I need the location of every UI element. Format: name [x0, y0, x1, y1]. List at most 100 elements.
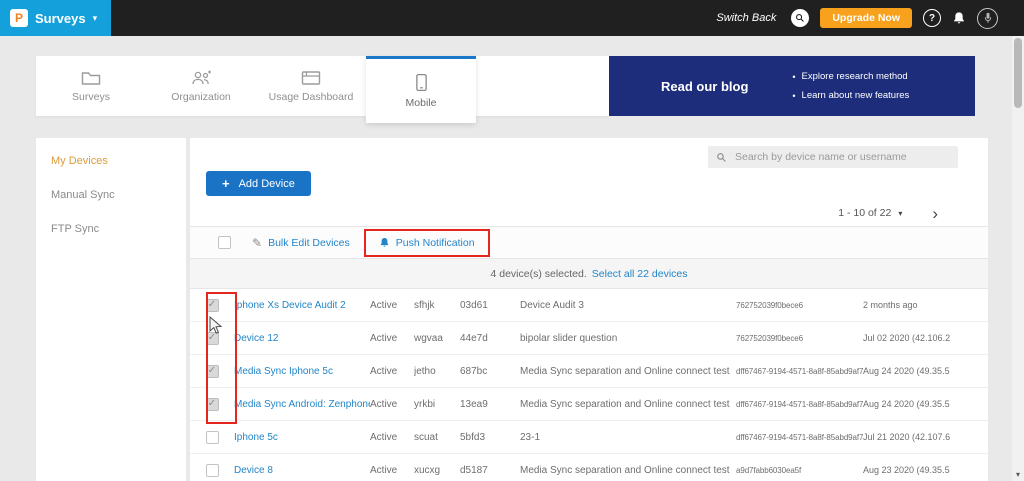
table-row: Iphone Xs Device Audit 2 Active sfhjk 03…	[190, 289, 988, 322]
device-name-link[interactable]: Iphone 5c	[234, 432, 278, 443]
row-checkbox[interactable]	[206, 464, 219, 477]
device-search	[708, 146, 958, 168]
device-username: yrkbi	[414, 399, 460, 410]
device-survey: Media Sync separation and Online connect…	[520, 399, 736, 410]
search-icon[interactable]	[791, 9, 809, 27]
device-status: Active	[370, 432, 414, 443]
device-name-link[interactable]: Media Sync Iphone 5c	[234, 366, 333, 377]
device-last-sync: Aug 24 2020 (49.35.5	[863, 366, 988, 376]
main-tabs: Surveys Organization Usage Dashboard Mob…	[36, 56, 609, 116]
upgrade-now-button[interactable]: Upgrade Now	[820, 8, 912, 28]
device-name-link[interactable]: Device 12	[234, 333, 278, 344]
next-page-button[interactable]: ›	[932, 205, 938, 222]
vertical-scrollbar: ▾	[1012, 36, 1024, 481]
bell-icon	[379, 237, 390, 248]
annotation-box-push-notification: Push Notification	[364, 229, 490, 257]
dashboard-icon	[301, 70, 321, 86]
pagination-row: 1 - 10 of 22 ▾ ›	[190, 200, 988, 226]
device-survey: Media Sync separation and Online connect…	[520, 366, 736, 377]
row-checkbox[interactable]	[206, 365, 219, 378]
device-username: wgvaa	[414, 333, 460, 344]
scrollbar-thumb[interactable]	[1014, 38, 1022, 108]
topbar: P Surveys ▾ Switch Back Upgrade Now ?	[0, 0, 1024, 36]
bullet-icon: •	[792, 91, 795, 101]
banner-bullet: Explore research method	[802, 71, 908, 82]
bullet-icon: •	[792, 72, 795, 82]
switch-back-link[interactable]: Switch Back	[716, 12, 776, 24]
app-screen: P Surveys ▾ Switch Back Upgrade Now ?	[0, 0, 1024, 481]
device-code: 687bc	[460, 366, 520, 377]
bulk-edit-label: Bulk Edit Devices	[268, 237, 350, 249]
device-code: d5187	[460, 465, 520, 476]
pagination-label: 1 - 10 of 22	[838, 207, 891, 219]
table-row: Device 12 Active wgvaa 44e7d bipolar sli…	[190, 322, 988, 355]
device-id: dff67467-9194-4571-8a8f-85abd9af7d00	[736, 433, 863, 442]
scrollbar-down-arrow[interactable]: ▾	[1012, 468, 1024, 481]
device-last-sync: Aug 24 2020 (49.35.5	[863, 399, 988, 409]
table-row: Iphone 5c Active scuat 5bfd3 23-1 dff674…	[190, 421, 988, 454]
device-name-link[interactable]: Device 8	[234, 465, 273, 476]
device-last-sync: 2 months ago	[863, 300, 988, 310]
people-icon	[190, 70, 212, 86]
device-name-link[interactable]: Media Sync Android: Zenphone	[234, 399, 370, 410]
row-checkbox[interactable]	[206, 398, 219, 411]
device-code: 5bfd3	[460, 432, 520, 443]
push-notification-button[interactable]: Push Notification	[373, 236, 481, 250]
add-device-label: Add Device	[239, 178, 295, 190]
sidebar: My Devices Manual Sync FTP Sync	[36, 138, 186, 481]
device-username: jetho	[414, 366, 460, 377]
device-id: dff67467-9194-4571-8a8f-85abd9af7d00	[736, 400, 863, 409]
selection-count-text: 4 device(s) selected.	[490, 268, 586, 280]
topbar-actions: Switch Back Upgrade Now ?	[716, 8, 1024, 29]
help-icon[interactable]: ?	[923, 9, 941, 27]
tab-label: Usage Dashboard	[269, 91, 354, 103]
row-checkbox[interactable]	[206, 332, 219, 345]
sidebar-item-my-devices[interactable]: My Devices	[36, 144, 186, 178]
device-survey: Device Audit 3	[520, 300, 736, 311]
sidebar-item-manual-sync[interactable]: Manual Sync	[36, 178, 186, 212]
device-status: Active	[370, 465, 414, 476]
device-status: Active	[370, 399, 414, 410]
plus-icon: +	[222, 176, 230, 191]
device-id: 762752039f0bece6	[736, 334, 863, 343]
tab-label: Surveys	[72, 91, 110, 103]
device-id: dff67467-9194-4571-8a8f-85abd9af7d00	[736, 367, 863, 376]
user-avatar[interactable]	[977, 8, 998, 29]
select-all-link[interactable]: Select all 22 devices	[592, 268, 688, 280]
tab-surveys[interactable]: Surveys	[36, 56, 146, 116]
push-notification-label: Push Notification	[396, 237, 475, 249]
tab-organization[interactable]: Organization	[146, 56, 256, 116]
device-survey: bipolar slider question	[520, 333, 736, 344]
device-id: 762752039f0bece6	[736, 301, 863, 310]
device-name-link[interactable]: Iphone Xs Device Audit 2	[234, 300, 346, 311]
app-menu[interactable]: P Surveys ▾	[0, 0, 111, 36]
device-search-input[interactable]	[733, 150, 950, 164]
device-last-sync: Jul 21 2020 (42.107.6	[863, 432, 988, 442]
tab-usage-dashboard[interactable]: Usage Dashboard	[256, 56, 366, 116]
blog-banner[interactable]: Read our blog •Explore research method •…	[609, 56, 975, 116]
table-row: Device 8 Active xucxg d5187 Media Sync s…	[190, 454, 988, 481]
device-last-sync: Aug 23 2020 (49.35.5	[863, 465, 988, 475]
app-menu-label: Surveys	[35, 11, 86, 26]
row-checkbox[interactable]	[206, 299, 219, 312]
main-area: My Devices Manual Sync FTP Sync + Add De…	[36, 138, 988, 481]
device-survey: Media Sync separation and Online connect…	[520, 465, 736, 476]
bulk-edit-devices-button[interactable]: ✎ Bulk Edit Devices	[246, 235, 356, 251]
device-status: Active	[370, 300, 414, 311]
table-row: Media Sync Android: Zenphone Active yrkb…	[190, 388, 988, 421]
selection-info-row: 4 device(s) selected. Select all 22 devi…	[190, 259, 988, 289]
tab-mobile[interactable]: Mobile	[366, 56, 476, 123]
add-device-button[interactable]: + Add Device	[206, 171, 311, 196]
notifications-bell-icon[interactable]	[952, 11, 966, 25]
table-actions-row: ✎ Bulk Edit Devices Push Notification	[190, 226, 988, 259]
row-checkbox[interactable]	[206, 431, 219, 444]
chevron-down-icon: ▾	[898, 209, 902, 218]
tabbar-section: Surveys Organization Usage Dashboard Mob…	[36, 56, 975, 116]
pagination-dropdown[interactable]: 1 - 10 of 22 ▾	[838, 207, 902, 219]
select-all-checkbox[interactable]	[218, 236, 231, 249]
pencil-icon: ✎	[252, 236, 262, 250]
device-username: scuat	[414, 432, 460, 443]
tab-label: Mobile	[406, 97, 437, 109]
sidebar-item-ftp-sync[interactable]: FTP Sync	[36, 212, 186, 246]
search-icon	[716, 152, 727, 163]
